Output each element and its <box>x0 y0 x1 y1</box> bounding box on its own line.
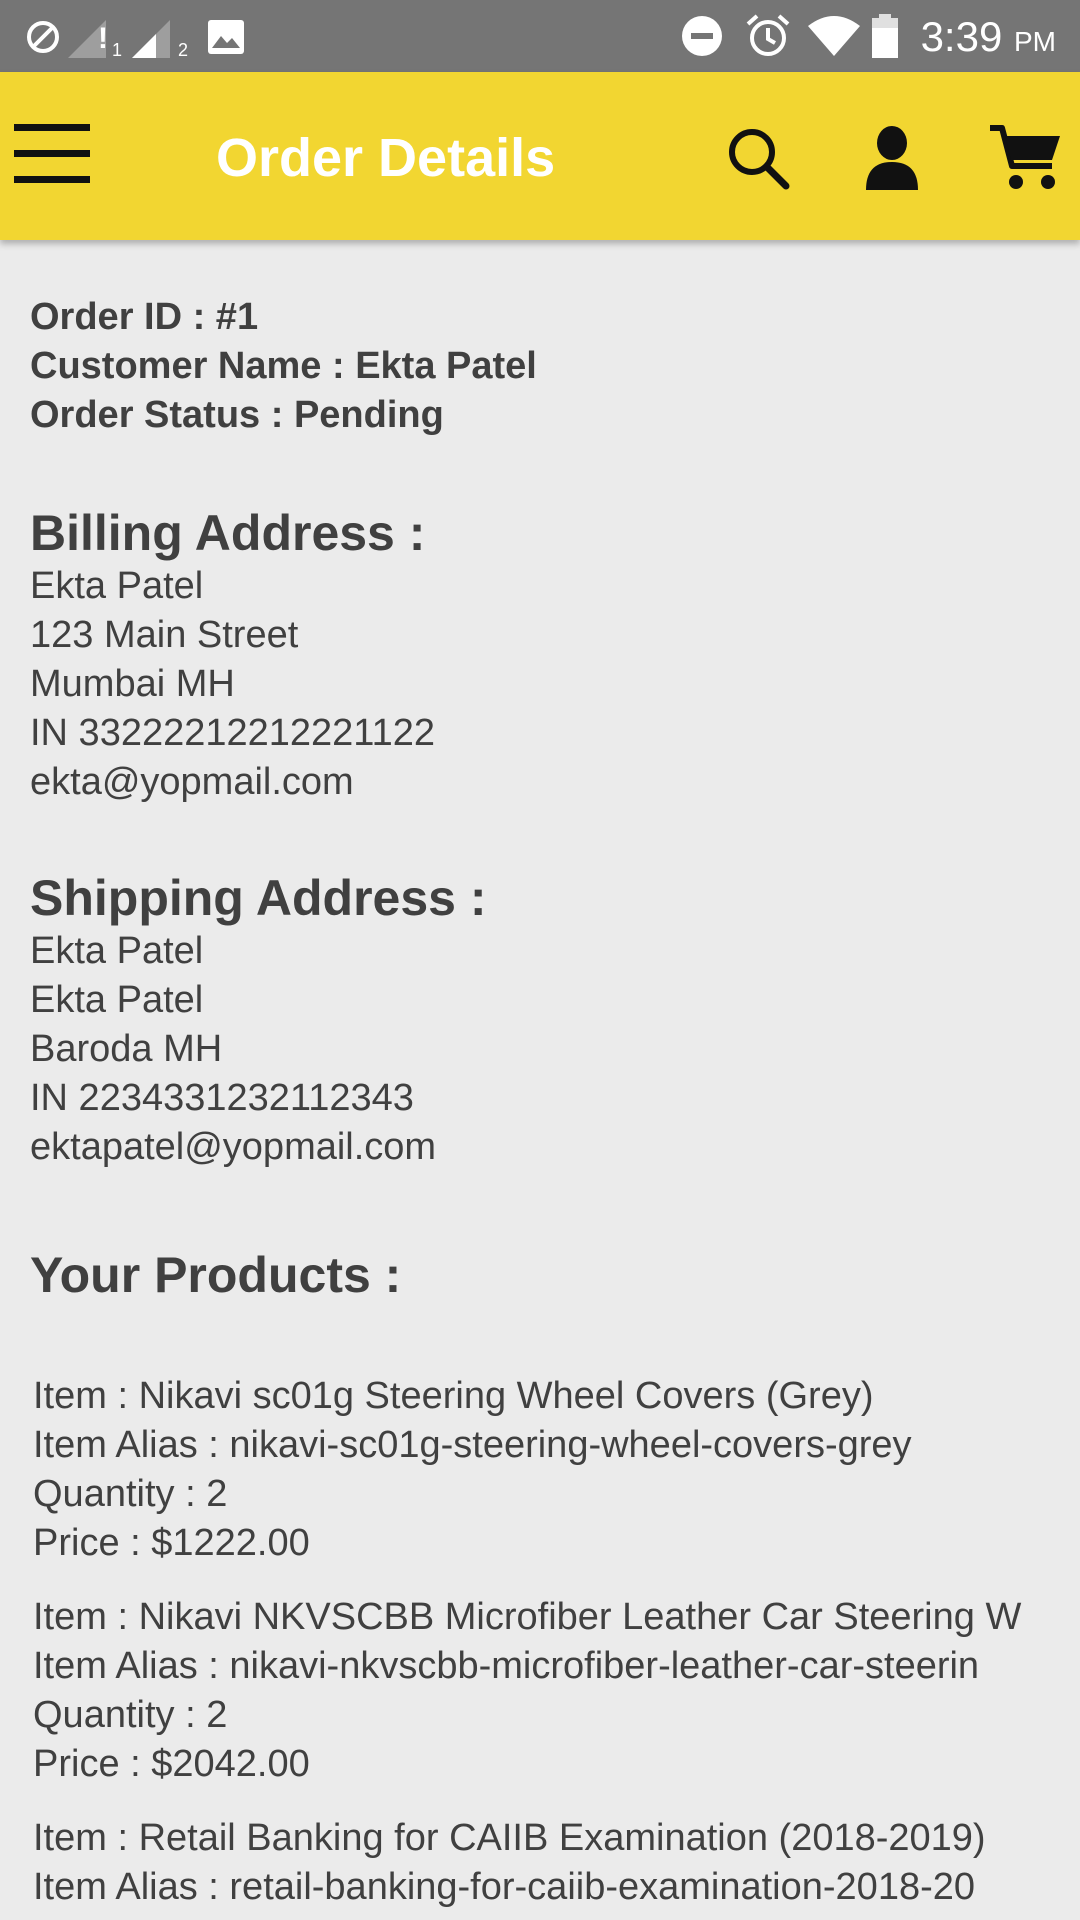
customer-name: Customer Name : Ekta Patel <box>30 345 537 387</box>
shipping-line: Ekta Patel <box>30 979 204 1021</box>
wifi-icon <box>806 14 862 63</box>
product-alias: Item Alias : retail-banking-for-caiib-ex… <box>33 1866 976 1908</box>
product-item: Item : Nikavi NKVSCBB Microfiber Leather… <box>33 1593 1080 1789</box>
product-item: Item : Nikavi sc01g Steering Wheel Cover… <box>33 1372 1080 1568</box>
signal-sim2-icon <box>130 16 180 65</box>
page-title: Order Details <box>216 128 556 188</box>
app-bar: Order Details <box>0 72 1080 240</box>
status-time-ampm: PM <box>1014 26 1056 57</box>
product-name: Item : Nikavi sc01g Steering Wheel Cover… <box>33 1375 874 1417</box>
image-notification-icon <box>206 18 246 61</box>
account-icon[interactable] <box>856 122 928 194</box>
cart-icon[interactable] <box>986 122 1066 194</box>
shipping-line: Ekta Patel <box>30 930 204 972</box>
billing-heading: Billing Address : <box>30 505 426 561</box>
billing-line: Ekta Patel <box>30 565 204 607</box>
billing-email: ekta@yopmail.com <box>30 761 354 803</box>
alarm-icon <box>744 12 792 65</box>
status-time: 3:39 PM <box>921 12 1056 67</box>
product-price: Price : $1222.00 <box>33 1522 310 1564</box>
menu-icon[interactable] <box>14 124 90 184</box>
status-time-value: 3:39 <box>920 13 1003 60</box>
signal-badge-sub: 2 <box>178 40 189 60</box>
billing-line: 123 Main Street <box>30 614 299 656</box>
signal-badge: ! <box>98 22 108 55</box>
shipping-address: Shipping Address : Ekta Patel Ekta Patel… <box>30 869 487 1172</box>
product-price: Price : $2042.00 <box>33 1743 310 1785</box>
products-heading: Your Products : <box>30 1247 402 1303</box>
product-alias: Item Alias : nikavi-sc01g-steering-wheel… <box>33 1424 912 1466</box>
billing-line: Mumbai MH <box>30 663 235 705</box>
order-details-content: Order ID : #1 Customer Name : Ekta Patel… <box>30 240 1080 1920</box>
shipping-line: IN 2234331232112343 <box>30 1077 414 1119</box>
billing-address: Billing Address : Ekta Patel 123 Main St… <box>30 504 435 807</box>
shipping-line: Baroda MH <box>30 1028 223 1070</box>
shipping-heading: Shipping Address : <box>30 870 487 926</box>
product-alias: Item Alias : nikavi-nkvscbb-microfiber-l… <box>33 1645 980 1687</box>
product-list: Item : Nikavi sc01g Steering Wheel Cover… <box>33 1372 1080 1920</box>
battery-icon <box>870 12 900 65</box>
product-name: Item : Retail Banking for CAIIB Examinat… <box>33 1817 986 1859</box>
order-status: Order Status : Pending <box>30 394 444 436</box>
product-quantity: Quantity : 2 <box>33 1473 228 1515</box>
dnd-minus-icon <box>680 14 724 63</box>
billing-line: IN 33222212212221122 <box>30 712 436 754</box>
order-id: Order ID : #1 <box>30 296 259 338</box>
order-summary: Order ID : #1 Customer Name : Ekta Patel… <box>30 293 537 440</box>
signal-badge-sub: 1 <box>112 40 123 60</box>
product-item: Item : Retail Banking for CAIIB Examinat… <box>33 1814 1080 1912</box>
product-name: Item : Nikavi NKVSCBB Microfiber Leather… <box>33 1596 1022 1638</box>
status-bar: ! 1 2 3:39 PM <box>0 0 1080 72</box>
product-quantity: Quantity : 2 <box>33 1694 228 1736</box>
search-icon[interactable] <box>722 122 794 194</box>
shipping-email: ektapatel@yopmail.com <box>30 1126 437 1168</box>
do-not-disturb-off-icon <box>24 18 62 61</box>
